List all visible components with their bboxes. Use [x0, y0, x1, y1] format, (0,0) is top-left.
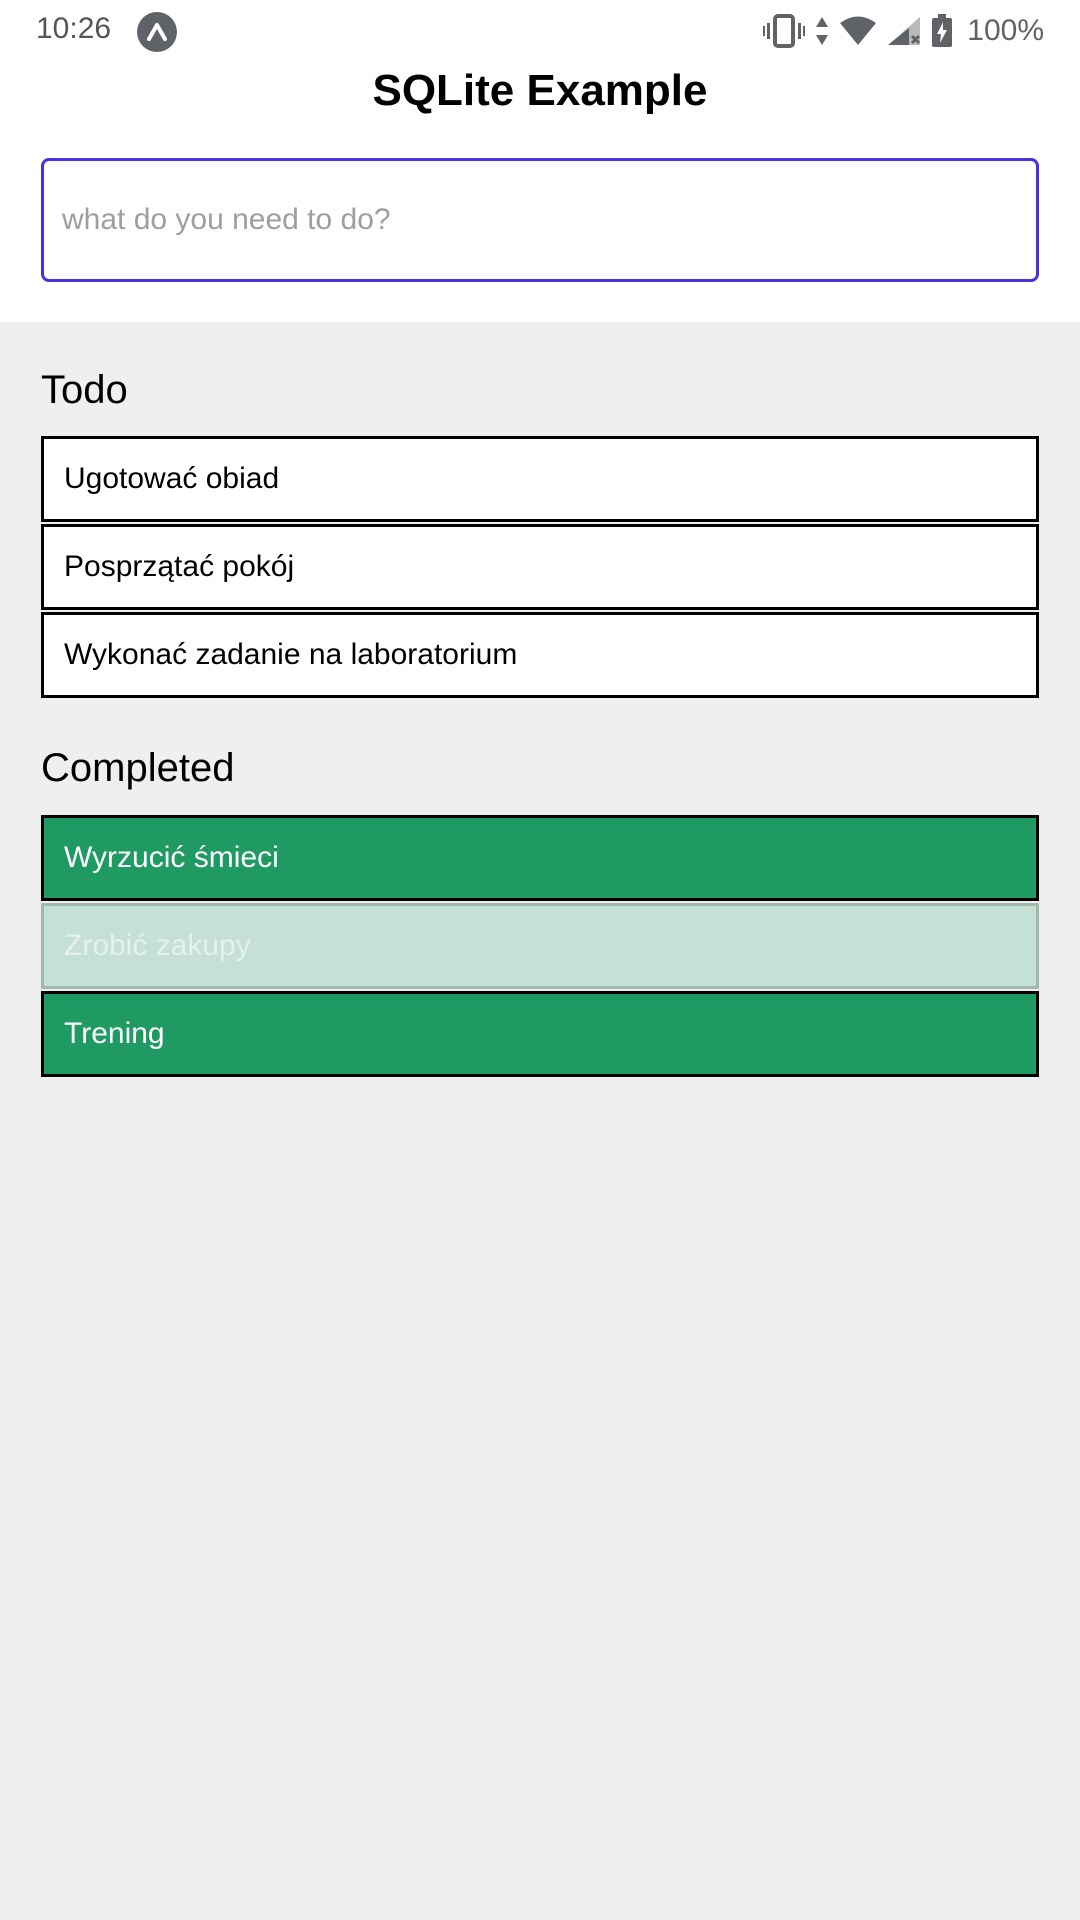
todo-heading: Todo [41, 368, 128, 412]
todo-input-placeholder: what do you need to do? [62, 203, 391, 236]
expo-app-icon [137, 12, 177, 52]
completed-item[interactable]: Wyrzucić śmieci [41, 815, 1039, 901]
status-time: 10:26 [36, 12, 112, 45]
completed-item[interactable]: Trening [41, 991, 1039, 1077]
todo-input[interactable]: what do you need to do? [41, 158, 1039, 282]
wifi-icon [839, 16, 877, 46]
completed-heading: Completed [41, 746, 235, 790]
status-icons: 100% [763, 8, 1044, 54]
completed-item[interactable]: Zrobić zakupy [41, 903, 1039, 989]
data-arrows-icon [815, 16, 829, 46]
battery-icon [931, 14, 953, 48]
cellular-signal-icon [887, 16, 921, 46]
completed-list: Wyrzucić śmieci Zrobić zakupy Trening [41, 815, 1039, 1077]
page-title: SQLite Example [372, 66, 708, 115]
header: SQLite Example what do you need to do? [0, 62, 1080, 322]
todo-list: Ugotować obiad Posprzątać pokój Wykonać … [41, 436, 1039, 698]
vibrate-icon [763, 14, 806, 48]
status-bar: 10:26 100% [0, 0, 1080, 62]
todo-item[interactable]: Posprzątać pokój [41, 524, 1039, 610]
todo-item[interactable]: Ugotować obiad [41, 436, 1039, 522]
todo-item[interactable]: Wykonać zadanie na laboratorium [41, 612, 1039, 698]
battery-percent: 100% [967, 14, 1044, 47]
